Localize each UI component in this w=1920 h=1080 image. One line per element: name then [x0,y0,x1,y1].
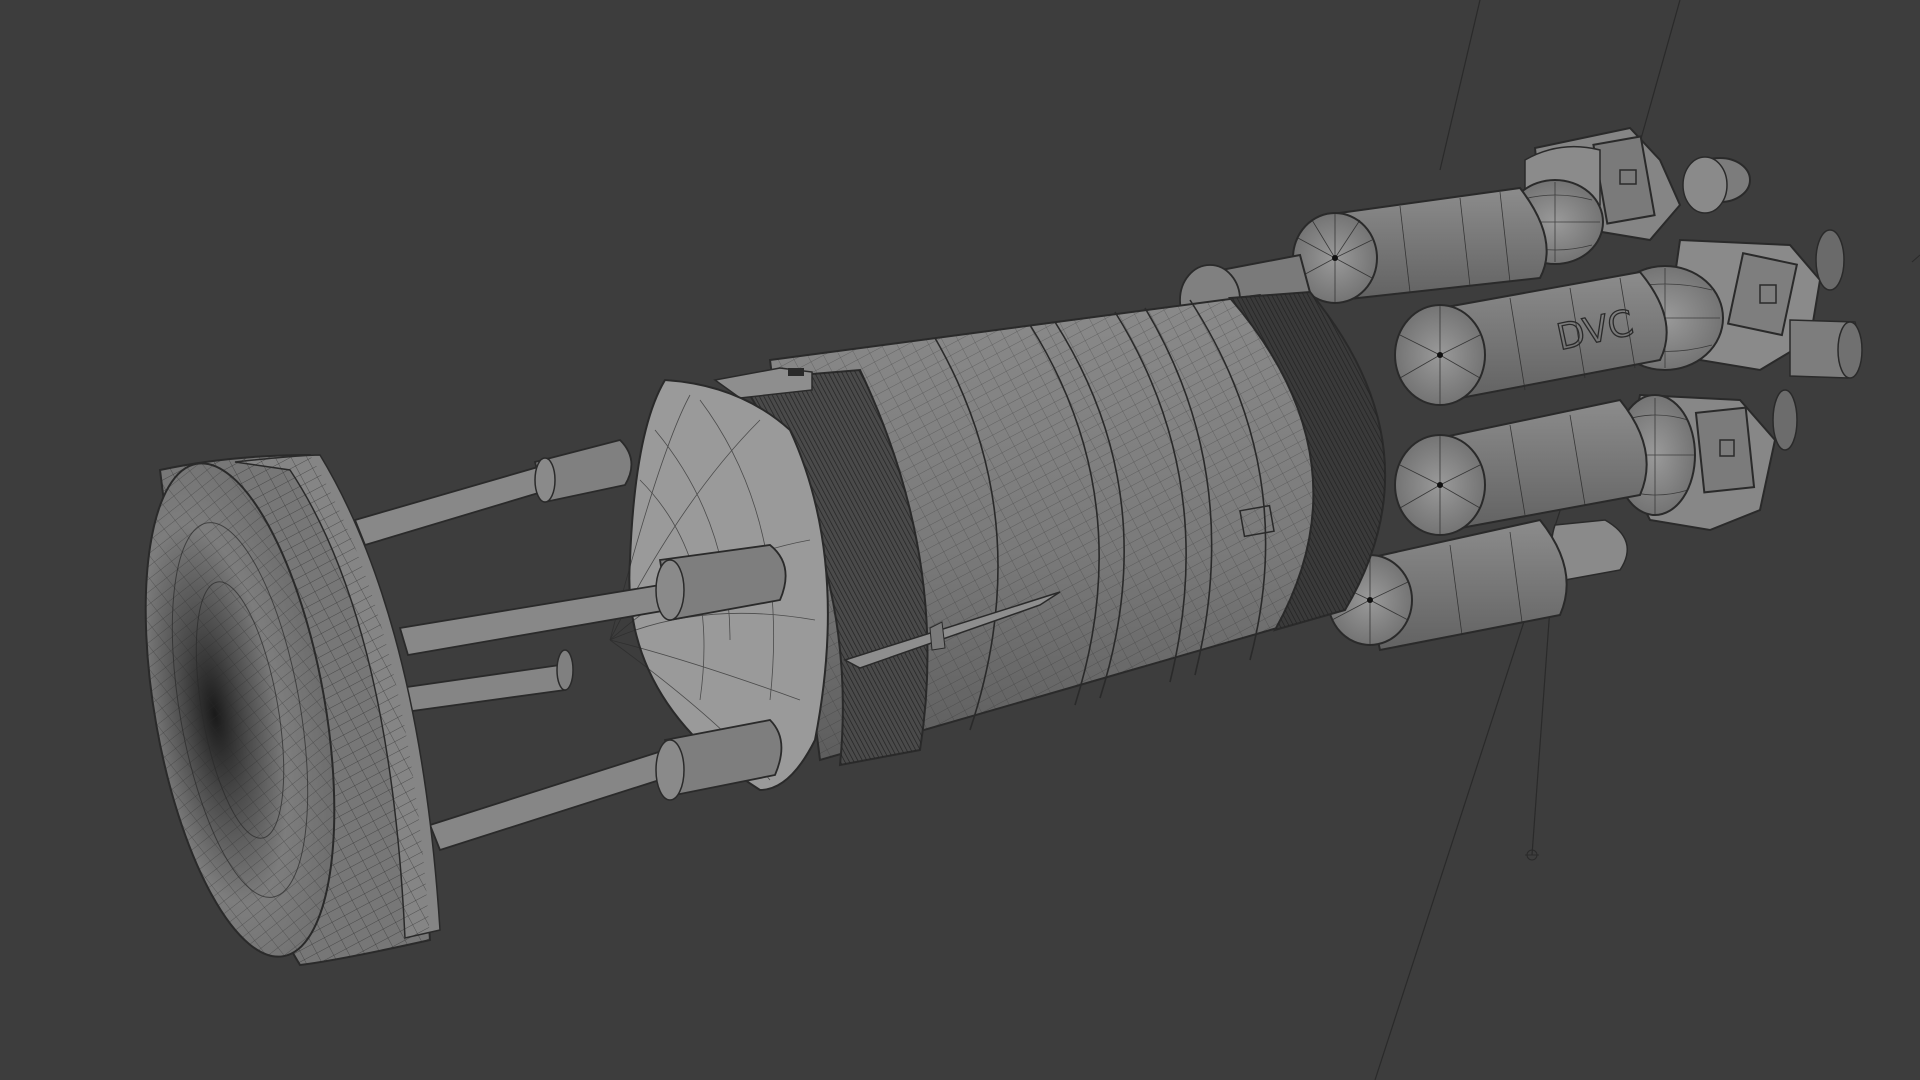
fuel-tank-lower[interactable] [1394,398,1648,536]
3d-viewport[interactable]: DVC [0,0,1920,1080]
viewport-canvas[interactable]: DVC [0,0,1920,1080]
fuel-tank-upper[interactable] [1292,186,1548,304]
fuel-tank-middle[interactable]: DVC [1394,270,1668,406]
